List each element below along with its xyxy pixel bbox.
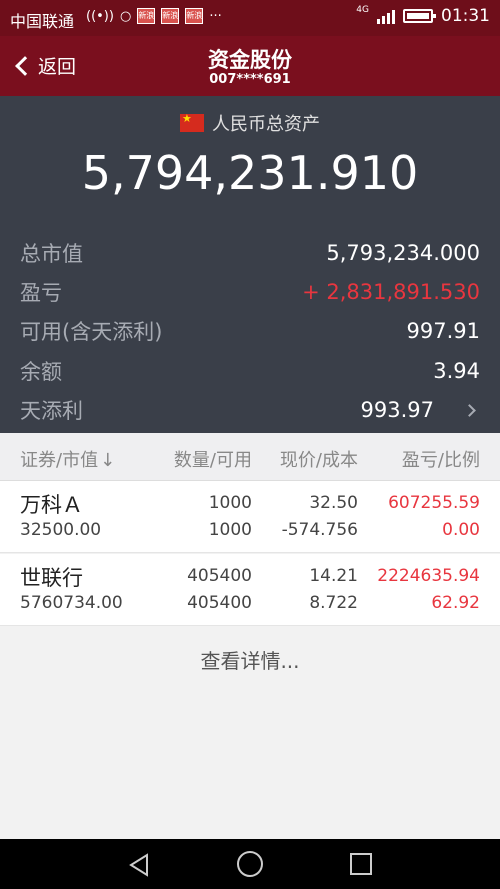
- profit-ratio: 0.00: [442, 520, 480, 540]
- currency-label: 人民币总资产: [212, 114, 320, 135]
- status-bar: 中国联通 ((•)) ○ 新浪 新浪 新浪 ··· 4G 01:31: [0, 0, 500, 36]
- current-price: 32.50: [309, 493, 358, 513]
- table-row[interactable]: 万科Ａ 32500.00 1000 1000 32.50 -574.756 60…: [0, 481, 500, 553]
- account-number: 007****691: [209, 72, 291, 87]
- market-value: 32500.00: [20, 520, 102, 540]
- app-header: 返回 资金股份 007****691: [0, 36, 500, 96]
- column-header-profit[interactable]: 盈亏/比例: [402, 446, 480, 472]
- column-header-quantity[interactable]: 数量/可用: [174, 446, 252, 472]
- total-assets: 5,794,231.910: [81, 146, 419, 200]
- stock-name: 万科Ａ: [20, 493, 83, 517]
- summary-row-tiantianli[interactable]: 天添利 993.97: [20, 392, 480, 428]
- news-app-icon-3: 新浪: [185, 8, 204, 24]
- cost: -574.756: [281, 520, 358, 540]
- summary-value: + 2,831,891.530: [302, 280, 480, 304]
- page-title: 资金股份: [208, 48, 292, 72]
- summary-label: 总市值: [20, 242, 83, 266]
- summary-value: 3.94: [433, 359, 480, 383]
- china-flag-icon: [180, 112, 204, 132]
- summary-value: 997.91: [406, 319, 480, 343]
- holdings-table-header: 证券/市值 ↓ 数量/可用 现价/成本 盈亏/比例: [0, 433, 500, 481]
- chat-icon: ○: [119, 8, 132, 24]
- more-notifications-icon: ···: [209, 8, 222, 24]
- network-type: 4G: [356, 5, 369, 15]
- news-app-icon-2: 新浪: [161, 8, 180, 24]
- summary-row-profit: 盈亏 + 2,831,891.530: [20, 274, 480, 310]
- market-value: 5760734.00: [20, 593, 123, 613]
- summary-value: 5,793,234.000: [326, 241, 480, 265]
- summary-row-balance: 余额 3.94: [20, 353, 480, 389]
- stock-name: 世联行: [20, 566, 83, 590]
- currency-row: 人民币总资产: [0, 110, 500, 136]
- hotspot-icon: ((•)): [86, 8, 114, 24]
- status-right: 4G 01:31: [356, 5, 490, 26]
- summary-row-available: 可用(含天添利) 997.91: [20, 313, 480, 349]
- column-header-price[interactable]: 现价/成本: [280, 446, 358, 472]
- clock: 01:31: [441, 6, 490, 26]
- table-row[interactable]: 世联行 5760734.00 405400 405400 14.21 8.722…: [0, 554, 500, 626]
- nav-back-icon[interactable]: [128, 853, 152, 877]
- current-price: 14.21: [309, 566, 358, 586]
- quantity: 405400: [187, 566, 252, 586]
- summary-label: 余额: [20, 360, 62, 384]
- carrier-name: 中国联通: [10, 12, 75, 31]
- view-details-link[interactable]: 查看详情...: [0, 645, 500, 674]
- nav-recent-apps-icon[interactable]: [350, 853, 372, 875]
- profit-loss: 2224635.94: [377, 566, 480, 586]
- profit-loss: 607255.59: [388, 493, 480, 513]
- sort-down-icon: ↓: [100, 450, 116, 471]
- signal-icon: [377, 8, 395, 24]
- system-nav-bar: [0, 839, 500, 889]
- summary-row-market-value: 总市值 5,793,234.000: [20, 235, 480, 271]
- summary-label: 天添利: [20, 399, 83, 423]
- quantity: 1000: [208, 493, 252, 513]
- available: 1000: [208, 520, 252, 540]
- summary-label: 可用(含天添利): [20, 320, 163, 344]
- summary-label: 盈亏: [20, 281, 62, 305]
- nav-home-icon[interactable]: [237, 851, 263, 877]
- profit-ratio: 62.92: [431, 593, 480, 613]
- column-header-security[interactable]: 证券/市值 ↓: [20, 446, 115, 472]
- battery-icon: [403, 9, 436, 23]
- cost: 8.722: [309, 593, 358, 613]
- notification-icons: ((•)) ○ 新浪 新浪 新浪 ···: [86, 8, 222, 24]
- asset-summary: 人民币总资产 5,794,231.910 总市值 5,793,234.000 盈…: [0, 96, 500, 433]
- news-app-icon: 新浪: [137, 8, 156, 24]
- available: 405400: [187, 593, 252, 613]
